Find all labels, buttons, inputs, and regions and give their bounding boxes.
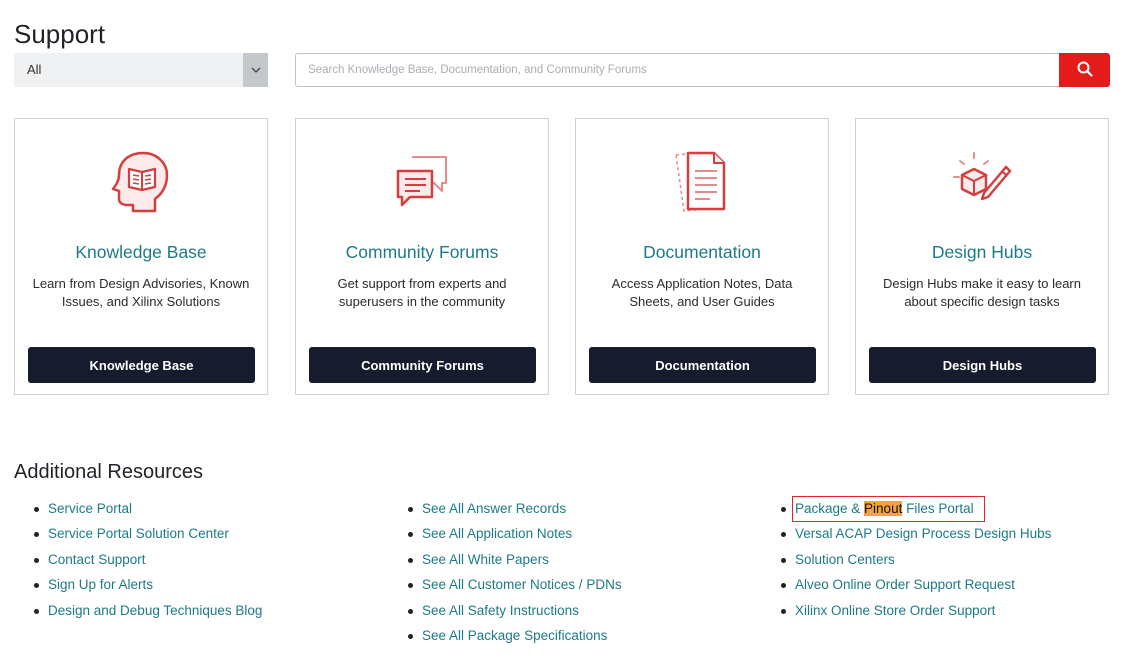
alveo-order-support-link[interactable]: Alveo Online Order Support Request	[795, 577, 1015, 592]
list-item: Package & Pinout Files Portal	[781, 496, 1051, 522]
versal-design-hubs-link[interactable]: Versal ACAP Design Process Design Hubs	[795, 526, 1051, 541]
card-community-forums: Community Forums Get support from expert…	[295, 118, 549, 395]
list-item: See All Application Notes	[408, 521, 622, 546]
chat-bubbles-icon	[296, 145, 548, 217]
card-description: Access Application Notes, Data Sheets, a…	[611, 276, 793, 309]
list-item: Sign Up for Alerts	[34, 572, 262, 597]
service-portal-solution-center-link[interactable]: Service Portal Solution Center	[48, 526, 229, 541]
application-notes-link[interactable]: See All Application Notes	[422, 526, 572, 541]
page-title: Support	[14, 19, 106, 50]
search-input[interactable]	[295, 53, 1060, 87]
card-documentation: Documentation Access Application Notes, …	[575, 118, 829, 395]
card-design-hubs: Design Hubs Design Hubs make it easy to …	[855, 118, 1109, 395]
customer-notices-link[interactable]: See All Customer Notices / PDNs	[422, 577, 622, 592]
search-filter-select[interactable]: All	[14, 53, 268, 87]
list-item: Xilinx Online Store Order Support	[781, 598, 1051, 623]
card-description: Design Hubs make it easy to learn about …	[883, 276, 1081, 309]
list-item: Service Portal Solution Center	[34, 521, 262, 546]
community-forums-button[interactable]: Community Forums	[309, 347, 536, 383]
search-match-highlight-box: Package & Pinout Files Portal	[792, 496, 985, 522]
search-term-highlight: Pinout	[864, 501, 903, 516]
list-item: See All Customer Notices / PDNs	[408, 572, 622, 597]
resources-list-col1: Service Portal Service Portal Solution C…	[34, 496, 262, 623]
knowledge-base-button[interactable]: Knowledge Base	[28, 347, 255, 383]
card-title: Knowledge Base	[75, 242, 207, 262]
package-specifications-link[interactable]: See All Package Specifications	[422, 628, 607, 643]
sign-up-alerts-link[interactable]: Sign Up for Alerts	[48, 577, 153, 592]
documentation-button[interactable]: Documentation	[589, 347, 816, 383]
resources-list-col3: Package & Pinout Files Portal Versal ACA…	[781, 496, 1051, 623]
card-description: Get support from experts and superusers …	[337, 276, 507, 309]
cube-pencil-icon	[856, 145, 1108, 217]
list-item: See All Safety Instructions	[408, 598, 622, 623]
safety-instructions-link[interactable]: See All Safety Instructions	[422, 603, 579, 618]
card-title: Design Hubs	[931, 242, 1033, 262]
resources-list-col2: See All Answer Records See All Applicati…	[408, 496, 622, 648]
list-item: See All Package Specifications	[408, 623, 622, 648]
link-text-part: Files Portal	[902, 501, 974, 516]
card-description: Learn from Design Advisories, Known Issu…	[32, 276, 250, 309]
service-portal-link[interactable]: Service Portal	[48, 501, 132, 516]
solution-centers-link[interactable]: Solution Centers	[795, 552, 895, 567]
list-item: See All Answer Records	[408, 496, 622, 521]
design-hubs-button[interactable]: Design Hubs	[869, 347, 1096, 383]
link-text-part: Package &	[795, 501, 865, 516]
list-item: Design and Debug Techniques Blog	[34, 598, 262, 623]
document-icon	[576, 145, 828, 217]
head-book-icon	[15, 145, 267, 217]
list-item: Alveo Online Order Support Request	[781, 572, 1051, 597]
chevron-down-icon[interactable]	[243, 53, 268, 87]
additional-resources-title: Additional Resources	[14, 461, 203, 483]
search-icon	[1077, 61, 1093, 80]
white-papers-link[interactable]: See All White Papers	[422, 552, 549, 567]
list-item: Contact Support	[34, 547, 262, 572]
card-title: Documentation	[643, 242, 761, 262]
answer-records-link[interactable]: See All Answer Records	[422, 501, 566, 516]
search-filter-value: All	[27, 62, 42, 77]
design-debug-blog-link[interactable]: Design and Debug Techniques Blog	[48, 603, 262, 618]
list-item: See All White Papers	[408, 547, 622, 572]
card-knowledge-base: Knowledge Base Learn from Design Advisor…	[14, 118, 268, 395]
card-title: Community Forums	[345, 242, 499, 262]
contact-support-link[interactable]: Contact Support	[48, 552, 146, 567]
list-item: Solution Centers	[781, 547, 1051, 572]
list-item: Versal ACAP Design Process Design Hubs	[781, 521, 1051, 546]
xilinx-store-order-support-link[interactable]: Xilinx Online Store Order Support	[795, 603, 995, 618]
list-item: Service Portal	[34, 496, 262, 521]
package-pinout-portal-link[interactable]: Package & Pinout Files Portal	[795, 501, 974, 516]
search-button[interactable]	[1059, 53, 1110, 87]
